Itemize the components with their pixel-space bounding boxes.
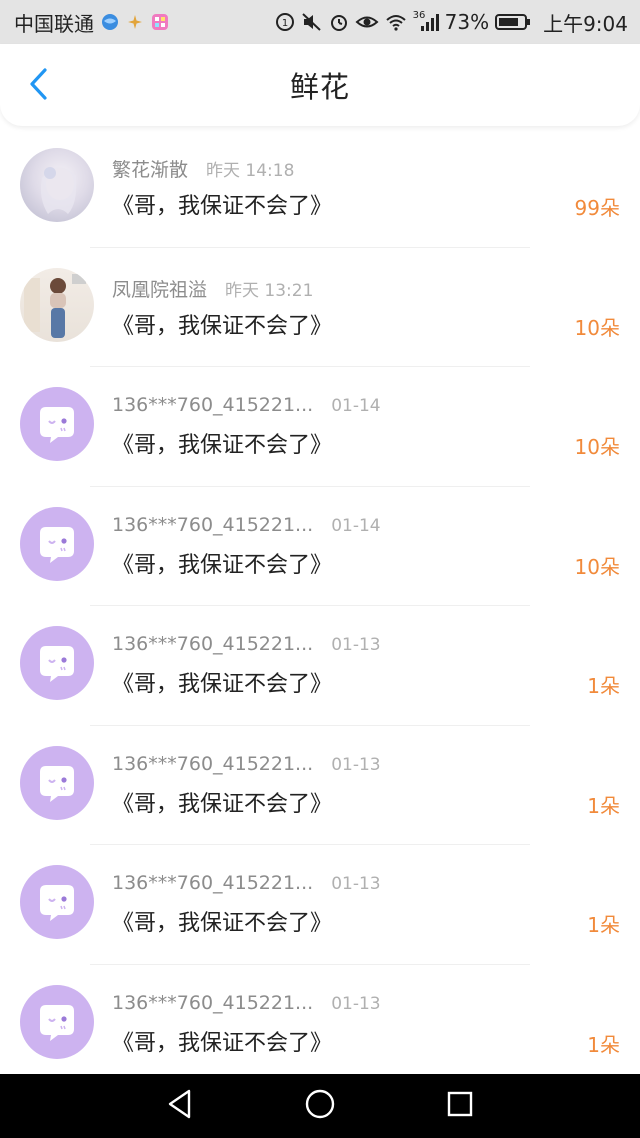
sender-line: 136***760_415221... 01-14: [112, 514, 381, 536]
sender-line: 136***760_415221... 01-13: [112, 753, 381, 775]
network-type: 36: [412, 10, 426, 21]
nav-back-button[interactable]: [156, 1082, 204, 1130]
nav-home-button[interactable]: [296, 1082, 344, 1130]
sender-line: 繁花渐散 昨天 14:18: [112, 155, 294, 182]
flower-count: 1朵: [587, 674, 620, 698]
list-item[interactable]: 繁花渐散 昨天 14:18 《哥，我保证不会了》 99朵: [0, 128, 640, 248]
message-time: 昨天 13:21: [225, 280, 314, 301]
flower-count: 10朵: [574, 554, 620, 579]
default-avatar-chat-icon[interactable]: [20, 506, 94, 581]
flower-count: 1朵: [587, 1032, 620, 1057]
battery-percent: 73%: [444, 10, 490, 34]
sender-line: 136***760_415221... 01-13: [112, 992, 381, 1014]
message-text: 《哥，我保证不会了》: [112, 672, 333, 697]
avatar[interactable]: [20, 267, 94, 342]
message-time: 01-13: [331, 874, 381, 894]
list-item[interactable]: 136***760_415221... 01-13 《哥，我保证不会了》 1朵: [0, 726, 640, 845]
message-time: 昨天 14:18: [206, 161, 295, 181]
system-nav-bar: [0, 1074, 640, 1138]
browser-icon: [100, 12, 120, 32]
flower-count: 1朵: [587, 913, 620, 937]
default-avatar-chat-icon[interactable]: [20, 865, 94, 939]
default-avatar-chat-icon[interactable]: [20, 745, 94, 820]
message-time: 01-13: [331, 635, 381, 655]
volte-icon: 1: [275, 12, 295, 32]
message-time: 01-13: [331, 993, 381, 1014]
sender-line: 136***760_415221... 01-14: [112, 394, 381, 416]
default-avatar-chat-icon[interactable]: [20, 626, 94, 700]
chevron-left-icon: [27, 67, 49, 105]
sender-name: 136***760_415221...: [112, 752, 314, 775]
message-text: 《哥，我保证不会了》: [112, 433, 333, 458]
list-item[interactable]: 136***760_415221... 01-13 《哥，我保证不会了》 1朵: [0, 845, 640, 965]
message-time: 01-14: [331, 515, 381, 536]
flower-count: 10朵: [574, 435, 620, 459]
sender-name: 136***760_415221...: [112, 633, 314, 655]
alarm-icon: [329, 12, 349, 32]
mute-icon: [301, 12, 323, 32]
app-grid-icon: [150, 12, 170, 32]
sender-line: 136***760_415221... 01-13: [112, 633, 381, 655]
list-item[interactable]: 136***760_415221... 01-14 《哥，我保证不会了》 10朵: [0, 487, 640, 606]
default-avatar-chat-icon[interactable]: [20, 387, 94, 461]
sender-name: 凤凰院祖溢: [112, 278, 208, 301]
clock-time: 上午9:04: [543, 11, 628, 36]
wifi-icon: [385, 12, 407, 32]
back-button[interactable]: [18, 66, 58, 106]
message-text: 《哥，我保证不会了》: [112, 552, 333, 578]
sender-name: 136***760_415221...: [112, 872, 314, 894]
message-time: 01-13: [331, 754, 381, 775]
flower-count: 10朵: [574, 315, 620, 340]
list-item[interactable]: 凤凰院祖溢 昨天 13:21 《哥，我保证不会了》 10朵: [0, 248, 640, 367]
message-time: 01-14: [331, 396, 381, 416]
avatar[interactable]: [20, 148, 94, 222]
status-right: 1 36 73% 上午9:04: [275, 8, 628, 37]
message-text: 《哥，我保证不会了》: [112, 194, 333, 219]
sender-name: 繁花渐散: [112, 159, 189, 181]
flower-count: 99朵: [574, 196, 620, 220]
message-text: 《哥，我保证不会了》: [112, 911, 333, 936]
sender-name: 136***760_415221...: [112, 991, 314, 1014]
status-bar: 中国联通 1 36 73% 上午9:04: [0, 0, 640, 44]
eye-icon: [355, 12, 379, 32]
page-title: 鲜花: [289, 70, 350, 104]
flower-message-list: 繁花渐散 昨天 14:18 《哥，我保证不会了》 99朵 凤凰院祖溢 昨天 13…: [0, 128, 640, 1084]
list-item[interactable]: 136***760_415221... 01-14 《哥，我保证不会了》 10朵: [0, 367, 640, 487]
carrier-name: 中国联通: [14, 11, 94, 36]
header-bar: 鲜花: [0, 44, 640, 126]
back-triangle-icon: [165, 1088, 195, 1124]
svg-text:1: 1: [281, 18, 287, 29]
message-text: 《哥，我保证不会了》: [112, 1030, 333, 1056]
default-avatar-chat-icon[interactable]: [20, 984, 94, 1059]
message-text: 《哥，我保证不会了》: [112, 313, 333, 339]
home-circle-icon: [304, 1088, 336, 1124]
flower-count: 1朵: [587, 793, 620, 818]
list-item[interactable]: 136***760_415221... 01-13 《哥，我保证不会了》 1朵: [0, 965, 640, 1085]
signal-icon: 36: [412, 10, 439, 32]
list-item[interactable]: 136***760_415221... 01-13 《哥，我保证不会了》 1朵: [0, 606, 640, 726]
sender-line: 凤凰院祖溢 昨天 13:21: [112, 275, 313, 302]
sender-line: 136***760_415221... 01-13: [112, 872, 381, 894]
status-left: 中国联通: [14, 8, 170, 37]
sender-name: 136***760_415221...: [112, 513, 314, 536]
message-text: 《哥，我保证不会了》: [112, 791, 333, 817]
nav-recents-button[interactable]: [436, 1082, 484, 1130]
sender-name: 136***760_415221...: [112, 394, 314, 416]
battery-icon: [495, 13, 531, 31]
recents-square-icon: [446, 1090, 474, 1122]
sparkle-icon: [126, 13, 144, 31]
